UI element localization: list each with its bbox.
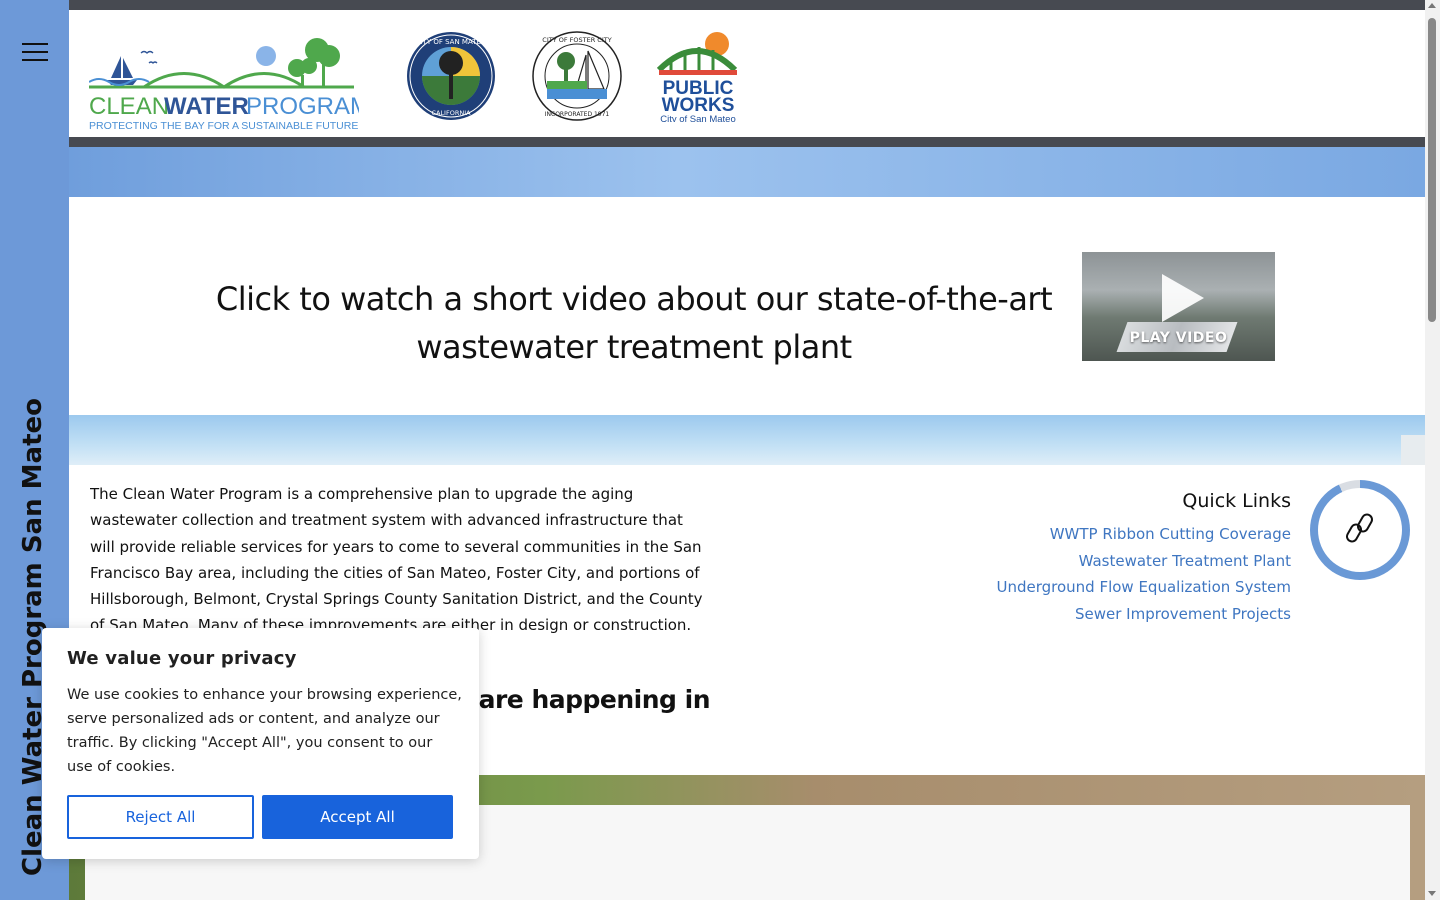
- quick-links-list: WWTP Ribbon Cutting Coverage Wastewater …: [996, 521, 1291, 627]
- video-section: Click to watch a short video about our s…: [69, 197, 1425, 415]
- header: CLEAN WATER PROGRAM PROTECTING THE BAY F…: [69, 10, 1425, 137]
- intro-paragraph: The Clean Water Program is a comprehensi…: [90, 485, 703, 635]
- top-divider: [69, 0, 1425, 10]
- scroll-down-icon[interactable]: [1428, 891, 1436, 896]
- logo-text-clean: CLEAN: [89, 93, 169, 120]
- accept-all-button[interactable]: Accept All: [262, 795, 453, 839]
- link-icon: [1346, 512, 1374, 552]
- public-works-logo[interactable]: PUBLIC WORKS City of San Mateo: [656, 30, 739, 125]
- quick-link-flow-equalization[interactable]: Underground Flow Equalization System: [996, 574, 1291, 601]
- scrollbar-thumb[interactable]: [1428, 18, 1436, 322]
- play-video-label: PLAY VIDEO: [1129, 330, 1228, 346]
- play-icon: [1162, 274, 1204, 322]
- video-prompt-text: Click to watch a short video about our s…: [215, 280, 1053, 366]
- ship-image: [1401, 435, 1425, 465]
- quick-link-sewer-improvement[interactable]: Sewer Improvement Projects: [996, 601, 1291, 628]
- sky-banner-2: [69, 415, 1425, 465]
- scroll-up-icon[interactable]: [1428, 3, 1436, 8]
- play-video-button[interactable]: PLAY VIDEO: [1082, 252, 1275, 361]
- header-bottom-divider: [69, 137, 1425, 147]
- sky-banner: [69, 147, 1425, 197]
- svg-text:CALIFORNIA: CALIFORNIA: [431, 109, 471, 117]
- quick-link-wastewater-plant[interactable]: Wastewater Treatment Plant: [996, 548, 1291, 575]
- logo-text-program: PROGRAM: [246, 93, 359, 120]
- clean-water-program-logo[interactable]: CLEAN WATER PROGRAM PROTECTING THE BAY F…: [88, 30, 370, 132]
- svg-text:City of San Mateo: City of San Mateo: [660, 114, 736, 122]
- reject-all-button[interactable]: Reject All: [67, 795, 254, 839]
- cookie-body: We use cookies to enhance your browsing …: [67, 687, 462, 775]
- svg-text:WORKS: WORKS: [662, 95, 735, 116]
- svg-text:CITY OF SAN MATEO: CITY OF SAN MATEO: [416, 38, 487, 46]
- city-of-foster-city-seal[interactable]: CITY OF FOSTER CITY INCORPORATED 1971: [532, 31, 622, 121]
- quick-link-ribbon-cutting[interactable]: WWTP Ribbon Cutting Coverage: [996, 521, 1291, 548]
- quick-links-title: Quick Links: [1182, 490, 1291, 512]
- svg-text:INCORPORATED 1971: INCORPORATED 1971: [545, 111, 610, 118]
- quick-links-badge: [1310, 480, 1410, 580]
- city-of-san-mateo-seal[interactable]: CITY OF SAN MATEO CALIFORNIA: [406, 31, 496, 121]
- page-scrollbar[interactable]: [1425, 0, 1440, 900]
- svg-text:CITY OF FOSTER CITY: CITY OF FOSTER CITY: [542, 36, 611, 44]
- logo-tagline: PROTECTING THE BAY FOR A SUSTAINABLE FUT…: [89, 120, 358, 130]
- menu-icon[interactable]: [22, 43, 48, 63]
- logo-text-water: WATER: [164, 93, 249, 120]
- cookie-consent-dialog: We value your privacy We use cookies to …: [42, 628, 479, 859]
- cookie-title: We value your privacy: [67, 648, 297, 669]
